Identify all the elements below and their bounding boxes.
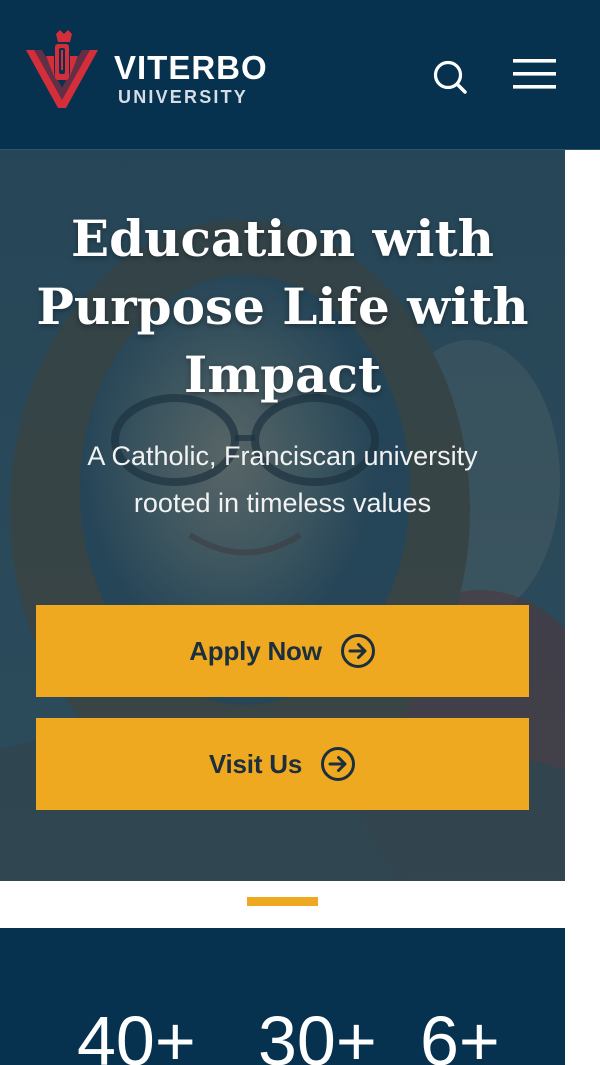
logo-subtitle: UNIVERSITY <box>118 87 249 107</box>
apply-now-button[interactable]: Apply Now <box>36 605 529 697</box>
site-header: VITERBO UNIVERSITY <box>0 0 600 150</box>
stats-section: 40+ 30+ 6+ <box>0 928 565 1065</box>
apply-now-label: Apply Now <box>189 635 322 666</box>
visit-us-button[interactable]: Visit Us <box>36 718 529 810</box>
search-button[interactable] <box>428 56 472 96</box>
stat-value: 40+ <box>77 1002 196 1065</box>
slide-indicator[interactable] <box>247 897 318 906</box>
logo-wordmark: VITERBO <box>114 49 268 86</box>
hero-title: Education with Purpose Life with Impact <box>36 209 529 404</box>
viterbo-crest-icon <box>26 30 98 108</box>
hamburger-menu-icon <box>513 59 556 89</box>
viterbo-logo[interactable]: VITERBO UNIVERSITY <box>26 30 276 110</box>
search-icon <box>433 60 467 94</box>
arrow-right-circle-icon <box>340 634 375 668</box>
hero-subtitle: A Catholic, Franciscan university rooted… <box>87 441 478 518</box>
arrow-right-circle-icon <box>321 747 356 781</box>
stat-value: 30+ <box>258 1002 377 1065</box>
stat-value: 6+ <box>420 1002 500 1065</box>
hero-section: Education with Purpose Life with Impact … <box>0 150 565 881</box>
menu-button[interactable] <box>510 52 560 96</box>
visit-us-label: Visit Us <box>208 748 303 779</box>
